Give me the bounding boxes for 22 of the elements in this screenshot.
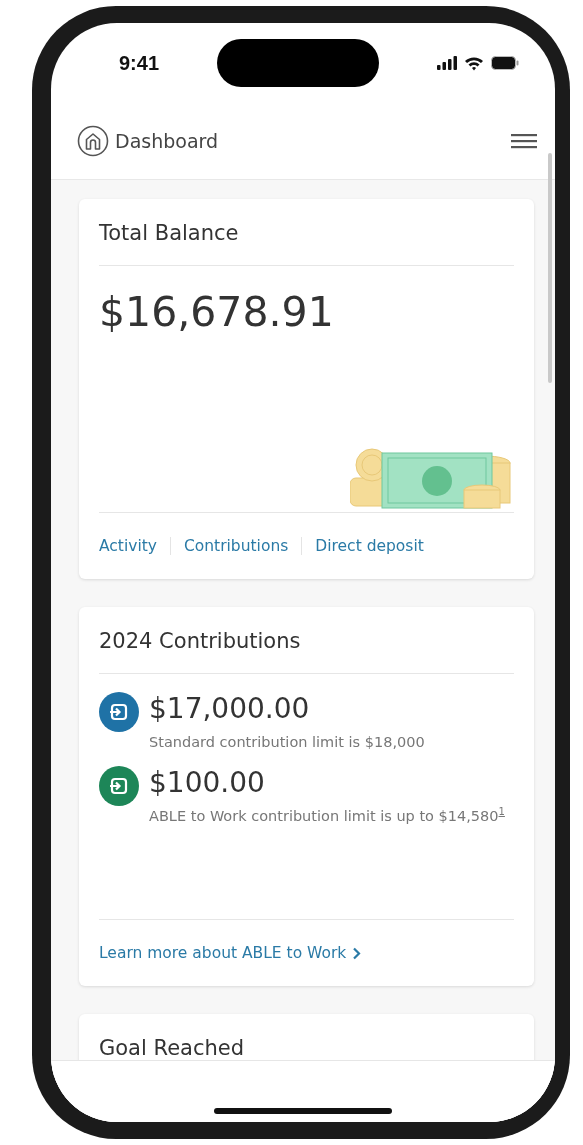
- home-icon[interactable]: [77, 125, 109, 157]
- menu-icon[interactable]: [511, 133, 537, 149]
- balance-amount: $16,678.91: [99, 288, 335, 336]
- learn-more-link[interactable]: Learn more about ABLE to Work: [99, 944, 362, 962]
- status-time: 9:41: [119, 51, 160, 75]
- card-title: 2024 Contributions: [99, 607, 514, 674]
- chevron-right-icon: [352, 946, 362, 960]
- contribution-note: Standard contribution limit is $18,000: [149, 733, 425, 752]
- scrollbar[interactable]: [548, 153, 552, 383]
- card-title: Total Balance: [99, 199, 514, 266]
- deposit-icon: [108, 701, 130, 723]
- page-title: Dashboard: [115, 130, 219, 152]
- card-link[interactable]: Direct deposit: [301, 537, 437, 555]
- contribution-amount: $17,000.00: [149, 692, 311, 725]
- wifi-icon: [464, 55, 484, 71]
- signal-icon: [437, 56, 457, 70]
- card-link[interactable]: Activity: [99, 537, 170, 555]
- contribution-note: ABLE to Work contribution limit is up to $14,580$^{1}$: [149, 805, 505, 826]
- card-title: Goal Reached: [99, 1035, 246, 1062]
- contribution-amount: $100.00: [149, 765, 266, 799]
- card-link[interactable]: Contributions: [169, 537, 302, 555]
- battery-icon: [491, 56, 519, 70]
